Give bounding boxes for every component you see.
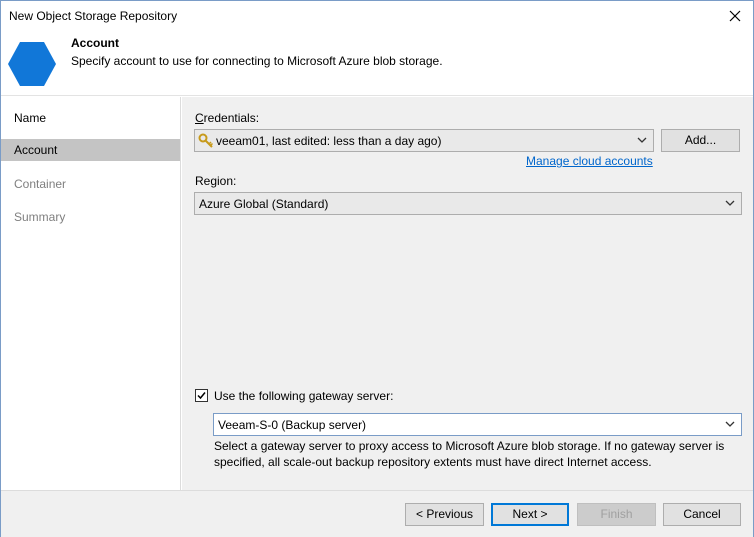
wizard-header: Account Specify account to use for conne…	[1, 31, 753, 96]
next-button[interactable]: Next >	[491, 503, 569, 526]
step-container: Container	[14, 177, 67, 191]
step-summary: Summary	[14, 210, 66, 224]
finish-button: Finish	[577, 503, 656, 526]
credentials-dropdown[interactable]: veeam01, last edited: less than a day ag…	[194, 129, 654, 152]
main-panel: Credentials: veeam01, last edited: less …	[182, 97, 753, 490]
chevron-down-icon	[637, 137, 647, 143]
title-bar: New Object Storage Repository	[1, 1, 753, 31]
step-title: Account	[71, 36, 119, 50]
window-title: New Object Storage Repository	[9, 9, 178, 23]
step-description: Specify account to use for connecting to…	[71, 54, 443, 68]
wizard-footer: < Previous Next > Finish Cancel	[1, 490, 753, 537]
wizard-steps: Name Account Container Summary	[1, 97, 181, 490]
previous-button[interactable]: < Previous	[405, 503, 484, 526]
chevron-down-icon	[725, 200, 735, 206]
gateway-checkbox-label[interactable]: Use the following gateway server:	[214, 389, 393, 403]
checkmark-icon	[197, 392, 206, 400]
gateway-server-value: Veeam-S-0 (Backup server)	[218, 418, 367, 432]
gateway-checkbox[interactable]	[195, 389, 208, 402]
key-icon	[198, 133, 214, 148]
credentials-value: veeam01, last edited: less than a day ag…	[216, 134, 442, 148]
region-label: Region:	[195, 174, 237, 188]
chevron-down-icon	[725, 421, 735, 427]
add-credentials-button[interactable]: Add...	[661, 129, 740, 152]
gateway-hint-line-2: specified, all scale-out backup reposito…	[214, 455, 652, 469]
wizard-window: New Object Storage Repository Account Sp…	[0, 0, 754, 537]
cancel-button[interactable]: Cancel	[663, 503, 741, 526]
step-name[interactable]: Name	[1, 107, 180, 129]
hexagon-icon	[8, 42, 56, 86]
gateway-hint-line-1: Select a gateway server to proxy access …	[214, 439, 725, 453]
region-dropdown[interactable]: Azure Global (Standard)	[194, 192, 742, 215]
region-value: Azure Global (Standard)	[199, 197, 329, 211]
credentials-label: Credentials:	[195, 111, 260, 125]
close-icon[interactable]	[725, 6, 745, 26]
gateway-server-dropdown[interactable]: Veeam-S-0 (Backup server)	[213, 413, 742, 436]
step-account[interactable]: Account	[1, 139, 180, 161]
manage-cloud-accounts-link[interactable]: Manage cloud accounts	[526, 154, 653, 168]
